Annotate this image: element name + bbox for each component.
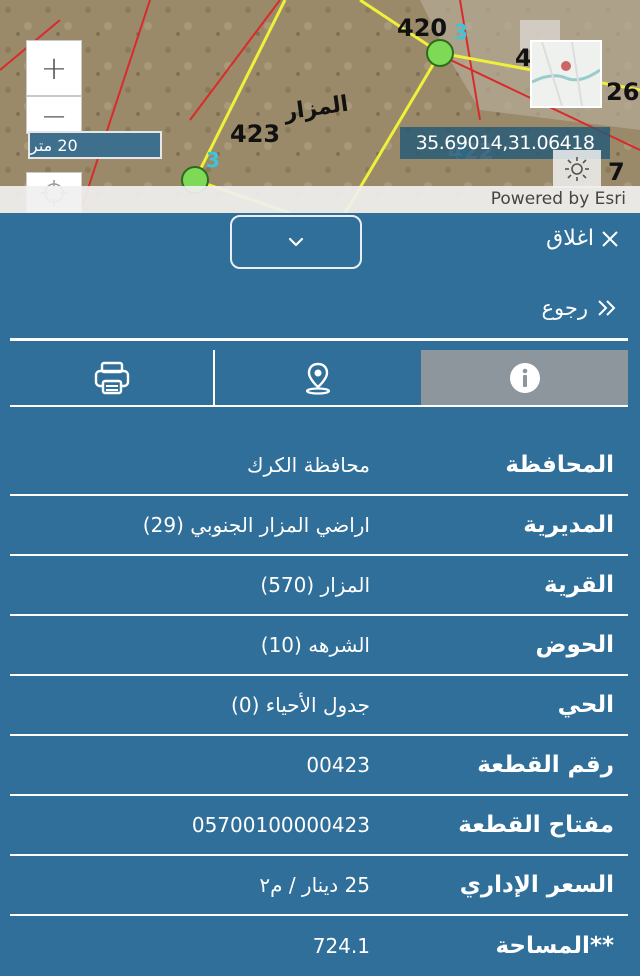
- field-area: **المساحة 724.1: [10, 916, 628, 976]
- map-attribution: Powered by Esri: [0, 186, 640, 213]
- field-directorate: المديرية اراضي المزار الجنوبي (29): [10, 496, 628, 556]
- field-value: محافظة الكرك: [247, 453, 370, 477]
- zoom-out-button[interactable]: −: [26, 96, 82, 135]
- basemap-toggle[interactable]: [530, 40, 602, 108]
- field-value: المزار (570): [260, 573, 370, 597]
- field-label: **المساحة: [495, 933, 614, 959]
- field-village: القرية المزار (570): [10, 556, 628, 616]
- field-parcel-key: مفتاح القطعة 05700100000423: [10, 796, 628, 856]
- field-label: الحي: [557, 692, 614, 718]
- parcel-label: 423: [230, 120, 281, 148]
- back-label: رجوع: [541, 296, 588, 320]
- field-label: المحافظة: [505, 452, 614, 478]
- tab-info[interactable]: [421, 350, 628, 405]
- close-button[interactable]: اغلاق: [546, 226, 620, 251]
- field-label: القرية: [544, 572, 614, 598]
- collapse-panel-button[interactable]: [230, 215, 362, 269]
- divider: [10, 338, 628, 341]
- map-view[interactable]: 420 423 422 4 26 7 المزار 3 3 3 + − 20 م…: [0, 0, 640, 213]
- tab-bar: [10, 350, 628, 407]
- printer-icon: [94, 361, 129, 394]
- zoom-in-button[interactable]: +: [26, 40, 82, 96]
- minus-icon: −: [40, 97, 68, 135]
- field-basin: الحوض الشرهه (10): [10, 616, 628, 676]
- chevron-down-icon: [288, 237, 304, 247]
- close-label: اغلاق: [546, 226, 594, 251]
- field-label: المديرية: [523, 512, 614, 538]
- location-pin-icon: [305, 362, 331, 395]
- field-label: الحوض: [535, 632, 614, 658]
- field-value: جدول الأحياء (0): [231, 693, 370, 717]
- field-value: 05700100000423: [191, 813, 370, 837]
- attribution-text: Powered by Esri: [490, 189, 626, 209]
- field-governorate: المحافظة محافظة الكرك: [10, 436, 628, 496]
- field-parcel-number: رقم القطعة 00423: [10, 736, 628, 796]
- parcel-label: 420: [397, 14, 448, 42]
- field-label: السعر الإداري: [459, 872, 614, 898]
- back-button[interactable]: رجوع: [541, 296, 618, 320]
- field-label: رقم القطعة: [477, 752, 614, 778]
- field-value: 724.1: [312, 934, 370, 958]
- sun-icon: [565, 157, 589, 181]
- parcel-label: 7: [608, 158, 625, 186]
- field-value: اراضي المزار الجنوبي (29): [142, 513, 370, 537]
- field-district: الحي جدول الأحياء (0): [10, 676, 628, 736]
- field-value: 25 دينار / م٢: [259, 873, 370, 897]
- vertex-mark: 3: [206, 148, 220, 172]
- field-label: مفتاح القطعة: [458, 812, 614, 838]
- map-thumbnail-icon: [532, 42, 600, 106]
- vertex-mark: 3: [454, 20, 468, 44]
- brightness-button[interactable]: [553, 150, 601, 188]
- field-value: 00423: [306, 753, 370, 777]
- field-value: الشرهه (10): [260, 633, 370, 657]
- info-icon: [509, 362, 540, 393]
- field-admin-price: السعر الإداري 25 دينار / م٢: [10, 856, 628, 916]
- parcel-label: 26: [606, 78, 640, 106]
- tab-location[interactable]: [215, 350, 421, 405]
- scale-bar: 20 متر: [28, 131, 162, 159]
- scale-label: 20 متر: [30, 135, 78, 155]
- double-chevron-right-icon: [598, 300, 616, 316]
- plus-icon: +: [40, 49, 68, 87]
- tab-print[interactable]: [10, 350, 215, 405]
- parcel-info-list: المحافظة محافظة الكرك المديرية اراضي الم…: [10, 436, 628, 976]
- close-icon: [602, 230, 618, 247]
